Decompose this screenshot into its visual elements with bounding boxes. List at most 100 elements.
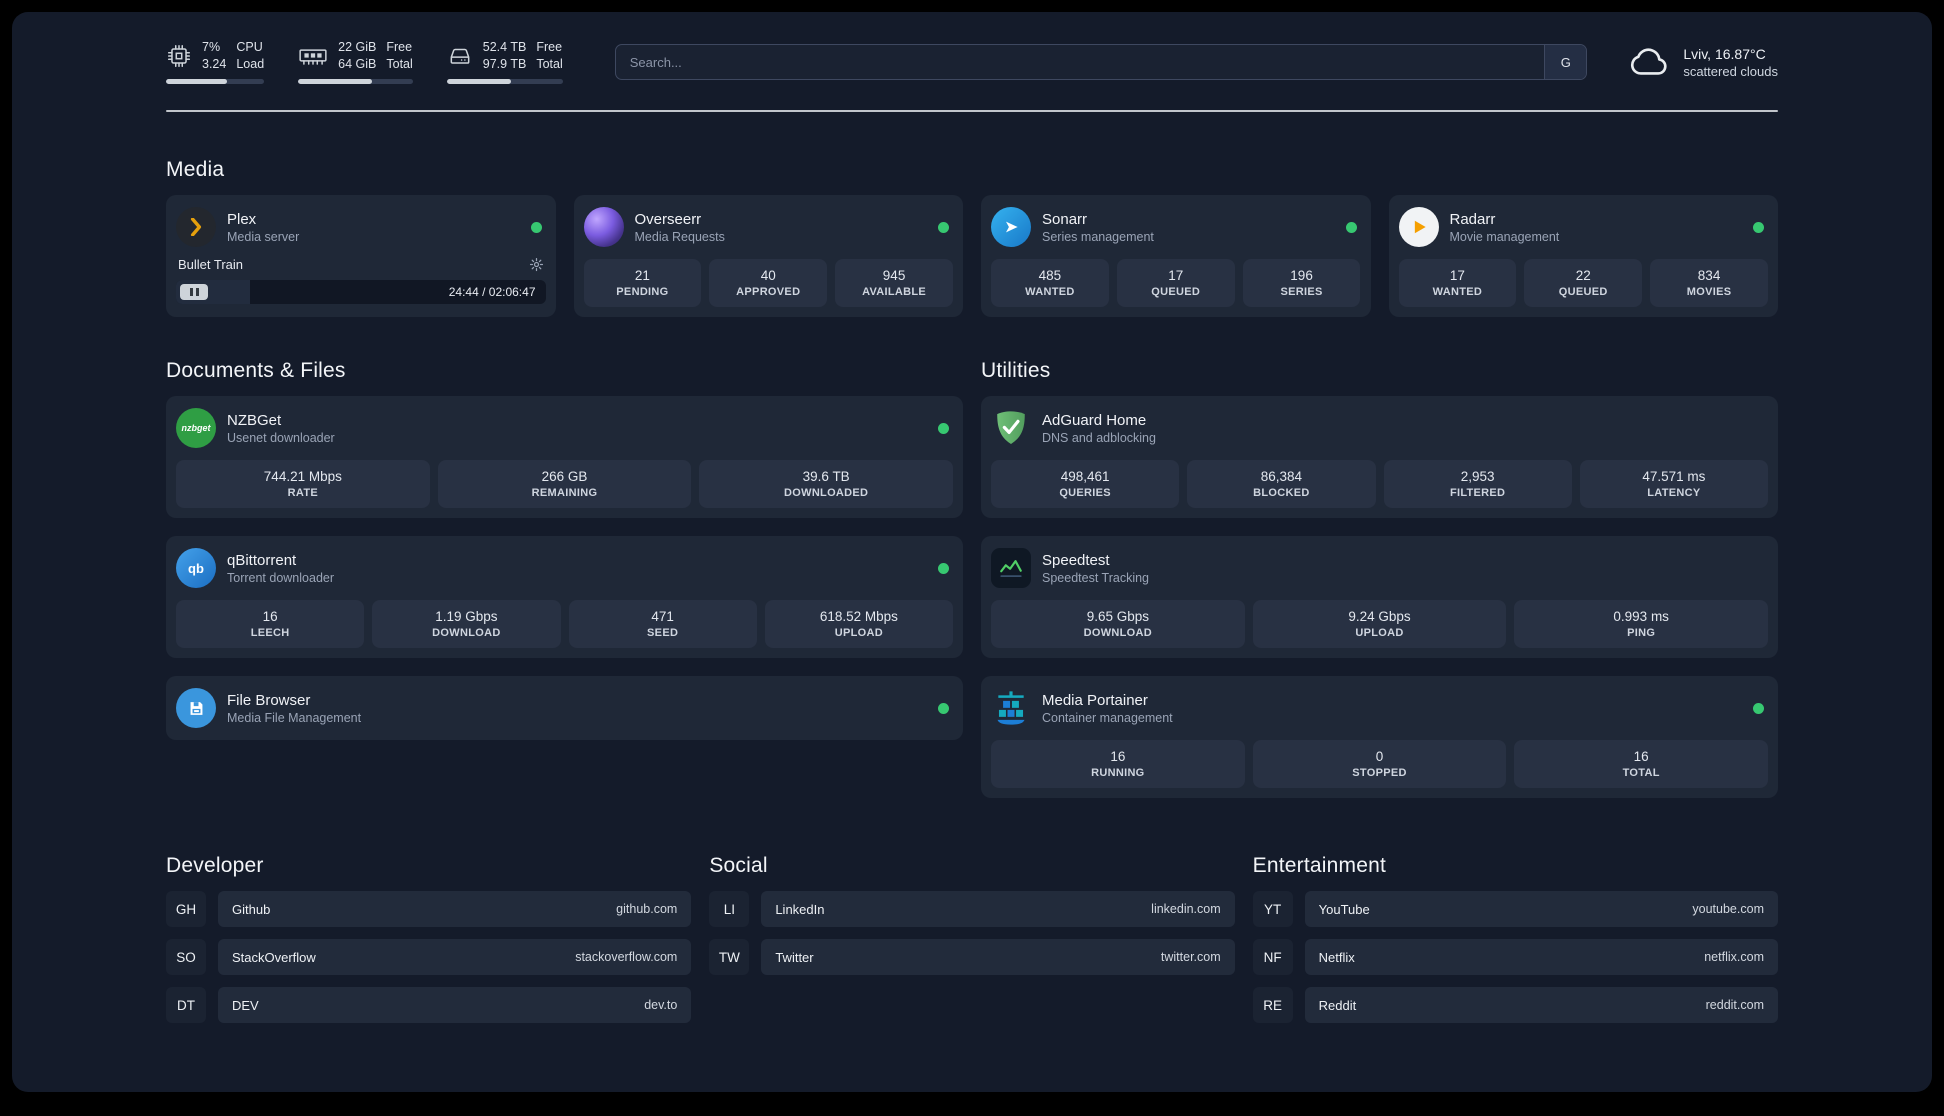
bookmark-link-twitter[interactable]: Twitter twitter.com	[761, 939, 1235, 975]
bookmark-name: DEV	[232, 997, 259, 1013]
overseerr-icon	[583, 207, 624, 247]
disk-total-value: 97.9 TB	[482, 57, 527, 71]
bookmark-url: youtube.com	[1692, 902, 1764, 916]
service-card-radarr[interactable]: Radarr Movie management 17 WANTED 22 QUE…	[1388, 195, 1778, 317]
stat-tile: 266 GB REMAINING	[437, 460, 692, 508]
stat-value: 0.993 ms	[1613, 609, 1669, 624]
service-card-qbittorrent[interactable]: qb qBittorrent Torrent downloader 16 LEE…	[166, 536, 963, 658]
bookmark-abbr: TW	[709, 939, 750, 975]
service-card-overseerr[interactable]: Overseerr Media Requests 21 PENDING 40 A…	[573, 195, 963, 317]
bookmark-url: reddit.com	[1705, 998, 1764, 1012]
service-card-speedtest[interactable]: Speedtest Speedtest Tracking 9.65 Gbps D…	[981, 536, 1778, 658]
stat-value: 17	[1168, 268, 1184, 283]
dashboard-app: 7% 3.24 CPU Load 22 GiB 64 GiB Free Tota…	[12, 12, 1932, 1092]
stat-label: RATE	[287, 487, 318, 499]
bookmark-group-social: Social LI LinkedIn linkedin.com TW Twitt…	[709, 854, 1235, 1023]
cpu-load-value: 3.24	[202, 57, 227, 71]
bookmark-abbr: RE	[1252, 987, 1293, 1023]
stat-label: WANTED	[1025, 286, 1075, 298]
service-subtitle: Torrent downloader	[227, 570, 335, 585]
nzbget-icon: nzbget	[176, 408, 216, 448]
stat-tile: 16 RUNNING	[991, 740, 1245, 788]
stat-tile: 0.993 ms PING	[1514, 600, 1769, 648]
bookmark-group-entertainment: Entertainment YT YouTube youtube.com NF …	[1252, 854, 1778, 1023]
cpu-label: CPU	[236, 40, 263, 54]
stat-tile: 39.6 TB DOWNLOADED	[699, 460, 954, 508]
stat-tile: 618.52 Mbps UPLOAD	[764, 600, 953, 648]
stat-value: 17	[1449, 268, 1465, 283]
bookmark-link-reddit[interactable]: Reddit reddit.com	[1304, 987, 1778, 1023]
bookmark-link-youtube[interactable]: YouTube youtube.com	[1304, 891, 1778, 927]
search-engine-button[interactable]: G	[1544, 45, 1587, 79]
disk-free-label: Free	[536, 40, 563, 54]
service-name: Media Portainer	[1042, 691, 1148, 709]
bookmark-row: DT DEV dev.to	[166, 987, 692, 1023]
service-card-adguard[interactable]: AdGuard Home DNS and adblocking 498,461 …	[981, 396, 1778, 518]
stat-label: MOVIES	[1686, 286, 1732, 298]
gear-icon[interactable]	[529, 257, 544, 272]
bookmark-name: Netflix	[1318, 949, 1355, 965]
stat-value: 22	[1575, 268, 1591, 283]
service-card-filebrowser[interactable]: File Browser Media File Management	[166, 676, 963, 740]
stat-value: 834	[1697, 268, 1721, 283]
status-dot	[1753, 702, 1764, 714]
bookmark-link-dev[interactable]: DEV dev.to	[218, 987, 692, 1023]
stat-label: UPLOAD	[1355, 627, 1404, 639]
media-player-bar[interactable]: 24:44 / 02:06:47	[176, 280, 546, 304]
stat-label: LEECH	[250, 627, 290, 639]
status-dot	[530, 221, 542, 233]
weather-location: Lviv, 16.87°C	[1683, 45, 1766, 62]
weather-widget: Lviv, 16.87°C scattered clouds	[1629, 46, 1778, 79]
search-input[interactable]	[615, 45, 1545, 79]
stat-tile: 47.571 ms LATENCY	[1579, 460, 1768, 508]
stat-label: FILTERED	[1449, 487, 1506, 499]
stat-value: 39.6 TB	[802, 469, 850, 484]
disk-total-label: Total	[536, 57, 563, 71]
ram-icon	[298, 43, 328, 69]
stat-tile: 485 WANTED	[991, 259, 1109, 307]
service-subtitle: Media server	[227, 229, 300, 244]
stat-value: 0	[1375, 749, 1384, 764]
service-card-nzbget[interactable]: nzbget NZBGet Usenet downloader 744.21 M…	[166, 396, 963, 518]
service-name: Plex	[227, 210, 257, 228]
bookmark-row: YT YouTube youtube.com	[1252, 891, 1778, 927]
bookmark-row: SO StackOverflow stackoverflow.com	[166, 939, 692, 975]
stat-label: BLOCKED	[1253, 487, 1310, 499]
cpu-icon	[166, 43, 192, 69]
status-dot	[938, 562, 949, 574]
ram-total-value: 64 GiB	[338, 57, 377, 71]
service-card-sonarr[interactable]: Sonarr Series management 485 WANTED 17 Q…	[981, 195, 1371, 317]
stat-value: 498,461	[1060, 469, 1110, 484]
cpu-usage-value: 7%	[202, 40, 221, 54]
bookmark-url: stackoverflow.com	[575, 950, 678, 964]
bookmark-abbr: YT	[1252, 891, 1293, 927]
stat-tile: 945 AVAILABLE	[835, 259, 953, 307]
bookmark-link-netflix[interactable]: Netflix netflix.com	[1304, 939, 1778, 975]
stat-tile: 22 QUEUED	[1524, 259, 1643, 307]
bookmark-row: LI LinkedIn linkedin.com	[709, 891, 1235, 927]
bookmark-link-linkedin[interactable]: LinkedIn linkedin.com	[761, 891, 1235, 927]
bookmark-link-github[interactable]: Github github.com	[218, 891, 692, 927]
disk-monitor: 52.4 TB 97.9 TB Free Total	[446, 40, 563, 84]
bookmark-name: LinkedIn	[775, 901, 825, 917]
service-name: Speedtest	[1042, 551, 1110, 569]
service-card-plex[interactable]: Plex Media server Bullet Train 24:44 / 0…	[166, 195, 556, 317]
stat-value: 40	[760, 268, 776, 283]
section-title-utilities: Utilities	[981, 359, 1051, 382]
stat-label: QUEUED	[1558, 286, 1608, 298]
service-name: File Browser	[227, 691, 311, 709]
stat-value: 21	[634, 268, 650, 283]
stat-tile: 0 STOPPED	[1252, 740, 1507, 788]
bookmark-link-stackoverflow[interactable]: StackOverflow stackoverflow.com	[218, 939, 692, 975]
disk-icon	[447, 43, 473, 69]
bookmark-name: Reddit	[1318, 997, 1357, 1013]
cpu-monitor: 7% 3.24 CPU Load	[166, 40, 265, 84]
service-name: Radarr	[1449, 210, 1496, 228]
service-name: Sonarr	[1042, 210, 1088, 228]
bookmark-abbr: LI	[709, 891, 750, 927]
service-card-portainer[interactable]: Media Portainer Container management 16 …	[981, 676, 1778, 798]
radarr-icon	[1398, 207, 1439, 247]
stat-label: RUNNING	[1091, 767, 1145, 779]
section-title-social: Social	[709, 854, 768, 877]
pause-button[interactable]	[180, 284, 208, 300]
